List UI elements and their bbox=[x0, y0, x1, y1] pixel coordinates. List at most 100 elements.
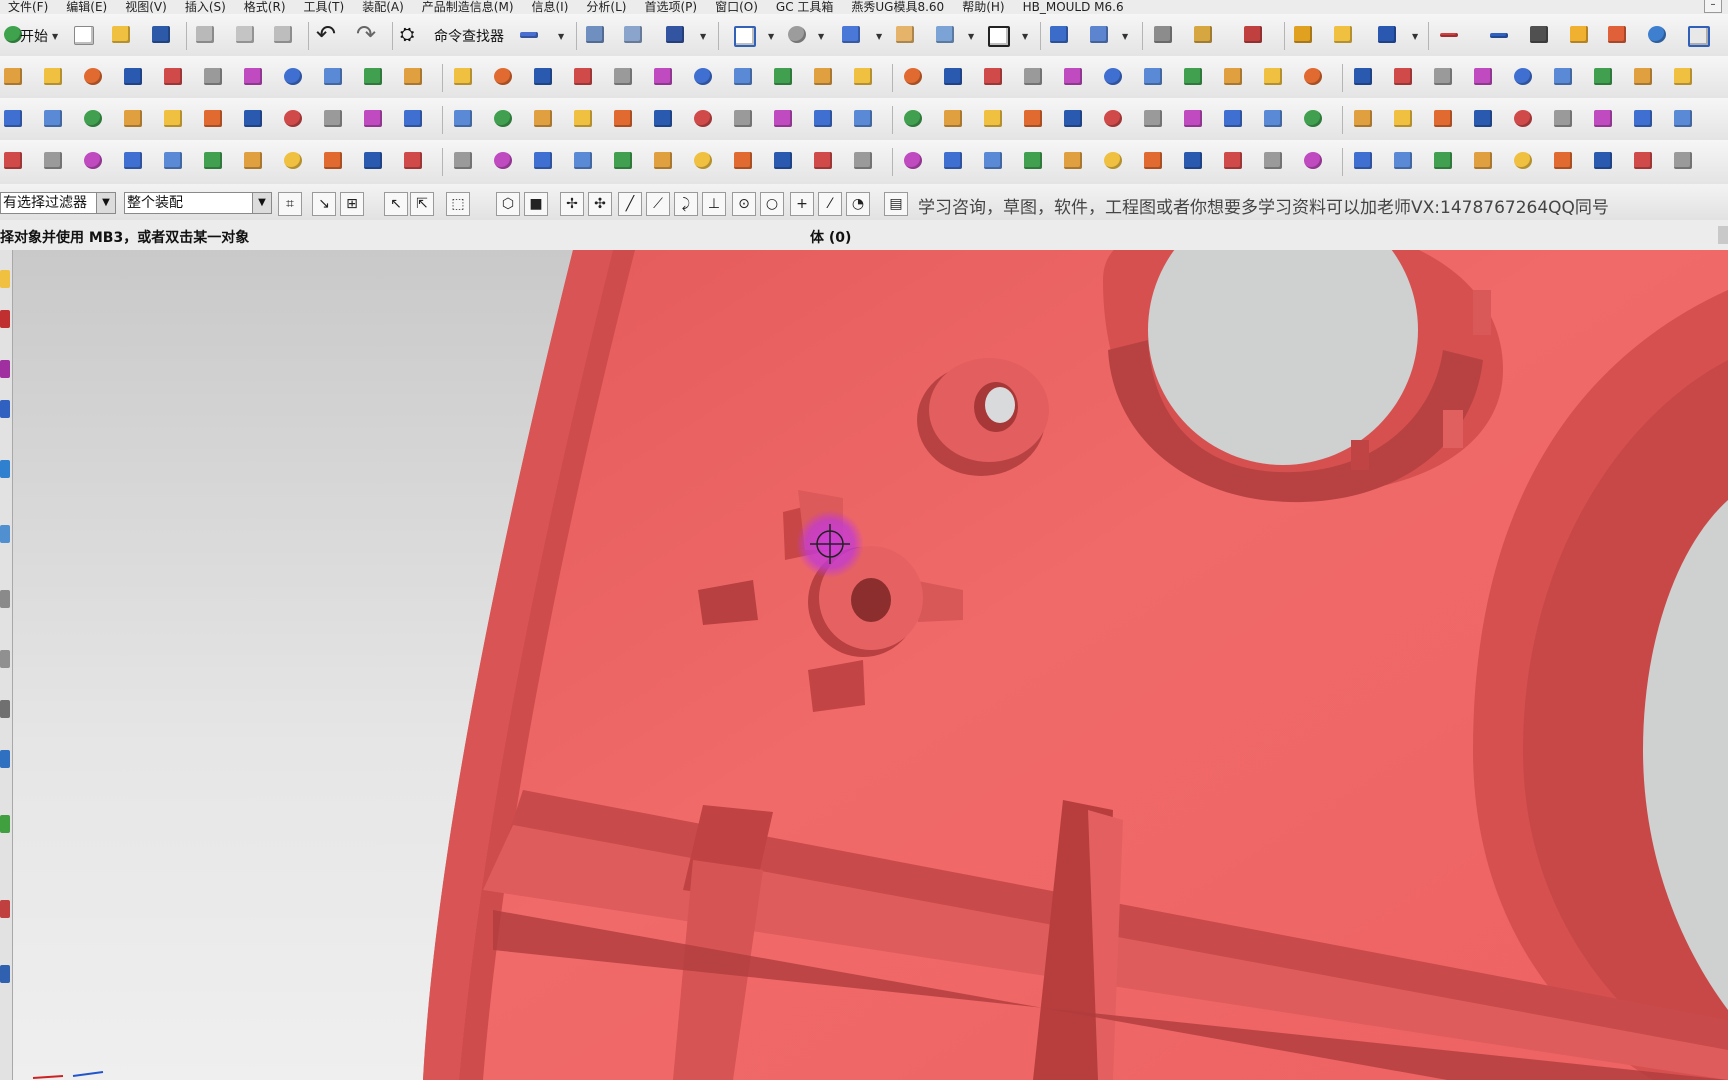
mold-tool-21-icon[interactable] bbox=[810, 149, 836, 173]
sketch-tool-13-icon[interactable] bbox=[490, 107, 516, 131]
sketch-tool-14-icon[interactable] bbox=[530, 107, 556, 131]
sketch-tool-9-icon[interactable] bbox=[320, 107, 346, 131]
edit-object-icon[interactable] bbox=[582, 23, 608, 47]
chevron-down-icon[interactable]: ▼ bbox=[96, 193, 115, 213]
point-icon[interactable] bbox=[1526, 23, 1552, 47]
process-studio-tab-icon[interactable] bbox=[0, 650, 10, 668]
paste-icon[interactable] bbox=[270, 23, 296, 47]
window-minimize-button[interactable]: – bbox=[1704, 0, 1722, 13]
menu-insert[interactable]: 插入(S) bbox=[177, 1, 236, 13]
open-folder-icon[interactable] bbox=[108, 23, 134, 47]
feature-tool-30-icon[interactable] bbox=[1180, 65, 1206, 89]
mold-tool-11-icon[interactable] bbox=[400, 149, 426, 173]
sketch-tool-37-icon[interactable] bbox=[1470, 107, 1496, 131]
orient-view-icon[interactable] bbox=[1046, 23, 1072, 47]
warning-icon[interactable] bbox=[1566, 23, 1592, 47]
transform-icon[interactable] bbox=[620, 23, 646, 47]
sketch-tool-12-icon[interactable] bbox=[450, 107, 476, 131]
sketch-tool-32-icon[interactable] bbox=[1260, 107, 1286, 131]
midpoint-icon[interactable]: ⟋ bbox=[646, 192, 670, 216]
history-tab-icon[interactable] bbox=[0, 525, 10, 543]
chevron-down-icon[interactable]: ▼ bbox=[252, 193, 271, 213]
roles-tab-icon[interactable] bbox=[0, 750, 10, 768]
wcs-dropdown-icon[interactable]: ▼ bbox=[968, 32, 974, 41]
command-finder-button[interactable]: 命令查找器 bbox=[434, 26, 504, 46]
feature-tool-22-icon[interactable] bbox=[850, 65, 876, 89]
display-dropdown-icon[interactable]: ▼ bbox=[700, 32, 706, 41]
mold-tool-27-icon[interactable] bbox=[1060, 149, 1086, 173]
sketch-tool-3-icon[interactable] bbox=[80, 107, 106, 131]
sketch-tool-23-icon[interactable] bbox=[900, 107, 926, 131]
feature-tool-2-icon[interactable] bbox=[40, 65, 66, 89]
sketch-tool-18-icon[interactable] bbox=[690, 107, 716, 131]
sketch-tool-28-icon[interactable] bbox=[1100, 107, 1126, 131]
feature-tool-41-icon[interactable] bbox=[1630, 65, 1656, 89]
status-resize-handle[interactable] bbox=[1718, 226, 1728, 244]
rectangle-select-icon[interactable]: ⬚ bbox=[446, 192, 470, 216]
mold-tool-31-icon[interactable] bbox=[1220, 149, 1246, 173]
sketch-tool-5-icon[interactable] bbox=[160, 107, 186, 131]
feature-tool-31-icon[interactable] bbox=[1220, 65, 1246, 89]
mold-tool-36-icon[interactable] bbox=[1430, 149, 1456, 173]
feature-tool-37-icon[interactable] bbox=[1470, 65, 1496, 89]
mold-tool-2-icon[interactable] bbox=[40, 149, 66, 173]
save-icon[interactable] bbox=[148, 23, 174, 47]
feature-tool-27-icon[interactable] bbox=[1060, 65, 1086, 89]
menu-tools[interactable]: 工具(T) bbox=[296, 1, 355, 13]
sketch-tool-17-icon[interactable] bbox=[650, 107, 676, 131]
manufacturing-wizard-tab-icon[interactable] bbox=[0, 700, 10, 718]
mate-component-icon[interactable] bbox=[1330, 23, 1356, 47]
layer-folder-icon[interactable] bbox=[892, 23, 918, 47]
quadrant-icon[interactable]: ○ bbox=[760, 192, 784, 216]
mold-tool-1-icon[interactable] bbox=[0, 149, 26, 173]
feature-tool-40-icon[interactable] bbox=[1590, 65, 1616, 89]
mold-tool-33-icon[interactable] bbox=[1300, 149, 1326, 173]
reuse-library-tab-icon[interactable] bbox=[0, 400, 10, 418]
report-icon[interactable] bbox=[1604, 23, 1630, 47]
menu-preferences[interactable]: 首选项(P) bbox=[636, 1, 707, 13]
feature-tool-21-icon[interactable] bbox=[810, 65, 836, 89]
mold-tool-32-icon[interactable] bbox=[1260, 149, 1286, 173]
sketch-tool-20-icon[interactable] bbox=[770, 107, 796, 131]
part-navigator-tab-icon[interactable] bbox=[0, 270, 10, 288]
feature-tool-7-icon[interactable] bbox=[240, 65, 266, 89]
trapezoid-icon[interactable] bbox=[1684, 23, 1710, 47]
feature-tool-42-icon[interactable] bbox=[1670, 65, 1696, 89]
system-scenes-tab-icon[interactable] bbox=[0, 815, 10, 833]
measure-dropdown-icon[interactable]: ▼ bbox=[558, 32, 564, 41]
mold-tool-42-icon[interactable] bbox=[1670, 149, 1696, 173]
sketch-tool-11-icon[interactable] bbox=[400, 107, 426, 131]
feature-tool-29-icon[interactable] bbox=[1140, 65, 1166, 89]
shaded-cube-icon[interactable] bbox=[838, 23, 864, 47]
mold-tool-28-icon[interactable] bbox=[1100, 149, 1126, 173]
feature-tool-36-icon[interactable] bbox=[1430, 65, 1456, 89]
feature-tool-12-icon[interactable] bbox=[450, 65, 476, 89]
feature-tool-20-icon[interactable] bbox=[770, 65, 796, 89]
sketch-tool-36-icon[interactable] bbox=[1430, 107, 1456, 131]
mold-tool-3-icon[interactable] bbox=[80, 149, 106, 173]
sketch-tool-7-icon[interactable] bbox=[240, 107, 266, 131]
menu-pmi[interactable]: 产品制造信息(M) bbox=[414, 1, 524, 13]
point-on-face-icon[interactable]: ◔ bbox=[846, 192, 870, 216]
feature-tool-6-icon[interactable] bbox=[200, 65, 226, 89]
mold-tool-16-icon[interactable] bbox=[610, 149, 636, 173]
feature-tool-14-icon[interactable] bbox=[530, 65, 556, 89]
constraint-navigator-tab-icon[interactable] bbox=[0, 360, 10, 378]
selection-scope-select[interactable]: 整个装配 ▼ bbox=[124, 192, 272, 214]
feature-tool-39-icon[interactable] bbox=[1550, 65, 1576, 89]
background-dropdown-icon[interactable]: ▼ bbox=[1022, 32, 1028, 41]
mold-tool-12-icon[interactable] bbox=[450, 149, 476, 173]
menu-edit[interactable]: 编辑(E) bbox=[58, 1, 117, 13]
feature-tool-17-icon[interactable] bbox=[650, 65, 676, 89]
filter-reset-icon[interactable]: ⌗ bbox=[278, 192, 302, 216]
palettes-tab-icon[interactable] bbox=[0, 900, 10, 918]
menu-window[interactable]: 窗口(O) bbox=[707, 1, 768, 13]
mold-tool-30-icon[interactable] bbox=[1180, 149, 1206, 173]
mold-tool-18-icon[interactable] bbox=[690, 149, 716, 173]
mold-tool-41-icon[interactable] bbox=[1630, 149, 1656, 173]
feature-tool-3-icon[interactable] bbox=[80, 65, 106, 89]
system-materials-tab-icon[interactable] bbox=[0, 590, 10, 608]
motion-dropdown-icon[interactable]: ▼ bbox=[1412, 32, 1418, 41]
curve-point-icon[interactable]: ⤸ bbox=[674, 192, 698, 216]
background-color-icon[interactable] bbox=[984, 23, 1010, 47]
